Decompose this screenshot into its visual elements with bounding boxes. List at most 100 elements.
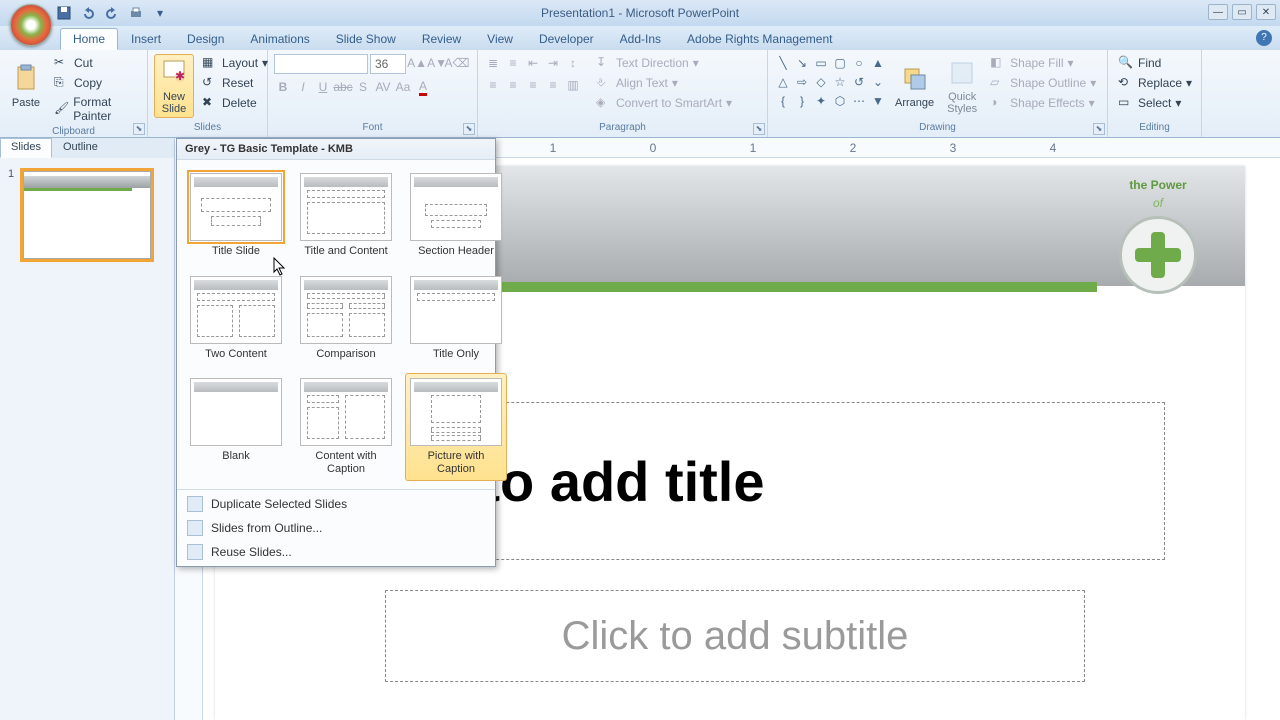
align-center-icon[interactable]: ≡ [504,76,522,94]
shape-scroll-up-icon[interactable]: ▲ [869,54,887,72]
layout-comparison[interactable]: Comparison [295,271,397,366]
shape-outline-button[interactable]: ▱Shape Outline▾ [986,74,1100,92]
layout-blank[interactable]: Blank [185,373,287,480]
align-right-icon[interactable]: ≡ [524,76,542,94]
text-direction-button[interactable]: ↧Text Direction▾ [592,54,736,72]
paragraph-launcher[interactable]: ⬊ [753,123,765,135]
tab-review[interactable]: Review [409,28,474,50]
layout-content-with-caption[interactable]: Content with Caption [295,373,397,480]
slide-thumbnail-1[interactable] [20,168,154,262]
tab-insert[interactable]: Insert [118,28,174,50]
replace-button[interactable]: ⟲Replace▾ [1114,74,1196,92]
italic-icon[interactable]: I [294,78,312,96]
columns-icon[interactable]: ▥ [564,76,582,94]
pane-tab-slides[interactable]: Slides [0,138,52,158]
select-button[interactable]: ▭Select▾ [1114,94,1196,112]
justify-icon[interactable]: ≡ [544,76,562,94]
tab-add-ins[interactable]: Add-Ins [607,28,674,50]
tab-design[interactable]: Design [174,28,237,50]
bold-icon[interactable]: B [274,78,292,96]
tab-view[interactable]: View [474,28,526,50]
shape-line-icon[interactable]: ╲ [774,54,792,72]
redo-icon[interactable] [104,5,120,21]
layout-title-slide[interactable]: Title Slide [185,168,287,263]
convert-smartart-button[interactable]: ◈Convert to SmartArt▾ [592,94,736,112]
tab-slide-show[interactable]: Slide Show [323,28,409,50]
tab-developer[interactable]: Developer [526,28,607,50]
shape-rarrow-icon[interactable]: ⇨ [793,73,811,91]
minimize-button[interactable]: — [1208,4,1228,20]
shape-diamond-icon[interactable]: ◇ [812,73,830,91]
layout-title-only[interactable]: Title Only [405,271,507,366]
shape-arrow-icon[interactable]: ↘ [793,54,811,72]
font-family-combo[interactable] [274,54,368,74]
shape-scroll-icon[interactable]: ⌄ [869,73,887,91]
clipboard-launcher[interactable]: ⬊ [133,123,145,135]
office-button[interactable] [10,4,52,46]
maximize-button[interactable]: ▭ [1232,4,1252,20]
shape-effects-button[interactable]: ◑Shape Effects▾ [986,94,1100,112]
pane-tab-outline[interactable]: Outline [52,138,109,158]
font-size-combo[interactable]: 36 [370,54,406,74]
save-icon[interactable] [56,5,72,21]
underline-icon[interactable]: U [314,78,332,96]
align-text-button[interactable]: ⎀Align Text▾ [592,74,736,92]
shape-more-icon[interactable]: ⋯ [850,92,868,110]
help-icon[interactable]: ? [1256,30,1272,46]
tab-adobe-rights[interactable]: Adobe Rights Management [674,28,845,50]
close-button[interactable]: ✕ [1256,4,1276,20]
slides-from-outline-item[interactable]: Slides from Outline... [177,516,495,540]
shape-brace2-icon[interactable]: } [793,92,811,110]
bullets-icon[interactable]: ≣ [484,54,502,72]
shape-hex-icon[interactable]: ⬡ [831,92,849,110]
drawing-launcher[interactable]: ⬊ [1093,123,1105,135]
font-color-icon[interactable]: A [414,78,432,96]
shape-scroll-down-icon[interactable]: ▼ [869,92,887,110]
shape-brace-icon[interactable]: { [774,92,792,110]
format-painter-button[interactable]: 🖌Format Painter [50,94,141,124]
strike-icon[interactable]: abc [334,78,352,96]
layout-section-header[interactable]: Section Header [405,168,507,263]
cut-button[interactable]: ✂Cut [50,54,141,72]
paste-button[interactable]: Paste [6,54,46,118]
shrink-font-icon[interactable]: A▼ [428,54,446,72]
shape-rect-icon[interactable]: ▭ [812,54,830,72]
print-icon[interactable] [128,5,144,21]
shadow-icon[interactable]: S [354,78,372,96]
line-spacing-icon[interactable]: ↕ [564,54,582,72]
layout-two-content[interactable]: Two Content [185,271,287,366]
subtitle-placeholder[interactable]: Click to add subtitle [385,590,1085,682]
layout-title-and-content[interactable]: Title and Content [295,168,397,263]
duplicate-slides-item[interactable]: Duplicate Selected Slides [177,492,495,516]
shape-connector-icon[interactable]: ↺ [850,73,868,91]
increase-indent-icon[interactable]: ⇥ [544,54,562,72]
grow-font-icon[interactable]: A▲ [408,54,426,72]
layout-button[interactable]: ▦Layout▾ [198,54,272,72]
delete-button[interactable]: ✖Delete [198,94,272,112]
layout-picture-with-caption[interactable]: Picture with Caption [405,373,507,480]
qat-more-icon[interactable]: ▾ [152,5,168,21]
shape-roundrect-icon[interactable]: ▢ [831,54,849,72]
shape-fill-button[interactable]: ◧Shape Fill▾ [986,54,1100,72]
clear-formatting-icon[interactable]: A⌫ [448,54,466,72]
shape-triangle-icon[interactable]: △ [774,73,792,91]
reuse-slides-item[interactable]: Reuse Slides... [177,540,495,564]
decrease-indent-icon[interactable]: ⇤ [524,54,542,72]
shape-gallery[interactable]: ╲ ↘ ▭ ▢ ○ ▲ △ ⇨ ◇ ☆ ↺ ⌄ { } ✦ ⬡ ⋯ ▼ [774,54,887,110]
tab-animations[interactable]: Animations [237,28,322,50]
tab-home[interactable]: Home [60,28,118,50]
undo-icon[interactable] [80,5,96,21]
numbering-icon[interactable]: ≡ [504,54,522,72]
font-launcher[interactable]: ⬊ [463,123,475,135]
copy-button[interactable]: ⎘Copy [50,74,141,92]
shape-callout-icon[interactable]: ☆ [831,73,849,91]
change-case-icon[interactable]: Aa [394,78,412,96]
reset-button[interactable]: ↺Reset [198,74,272,92]
char-spacing-icon[interactable]: AV [374,78,392,96]
find-button[interactable]: 🔍Find [1114,54,1196,72]
arrange-button[interactable]: Arrange [891,54,938,118]
shape-oval-icon[interactable]: ○ [850,54,868,72]
quick-styles-button[interactable]: Quick Styles [942,54,982,118]
shape-star-icon[interactable]: ✦ [812,92,830,110]
align-left-icon[interactable]: ≡ [484,76,502,94]
